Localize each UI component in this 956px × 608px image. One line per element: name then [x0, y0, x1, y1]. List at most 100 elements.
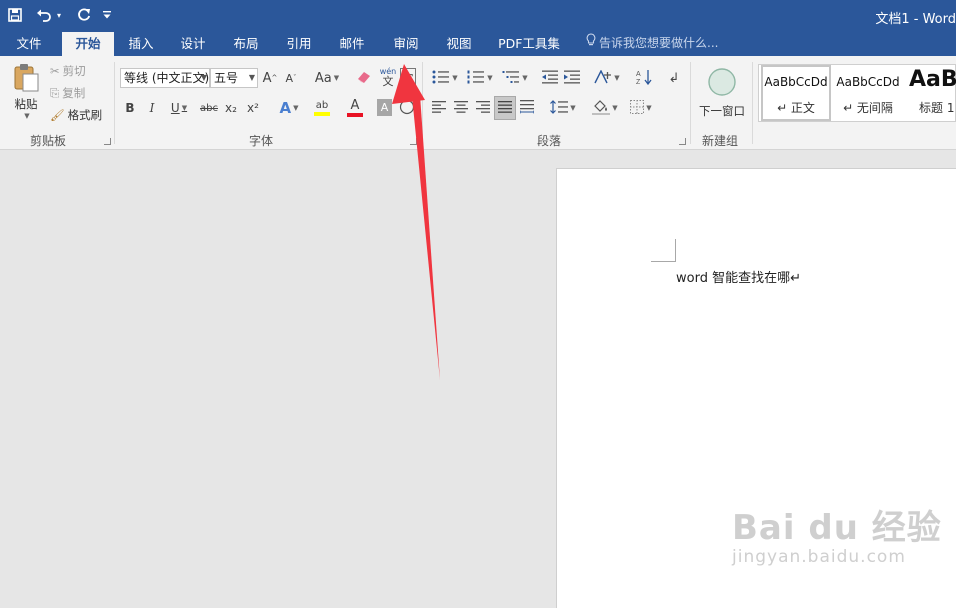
- bold-button[interactable]: B: [122, 98, 138, 118]
- tab-view[interactable]: 视图: [437, 32, 481, 56]
- eraser-icon: [356, 70, 372, 87]
- font-size-dropdown[interactable]: 五号 ▼: [210, 68, 258, 88]
- margin-corner-mark: [651, 261, 675, 262]
- numbering-button[interactable]: ▼: [465, 68, 495, 88]
- decrease-indent-button[interactable]: [540, 68, 560, 88]
- multilevel-list-icon: [502, 70, 520, 87]
- circle-char-icon: [399, 99, 415, 118]
- change-case-button[interactable]: Aa ▼: [312, 68, 342, 88]
- redo-icon[interactable]: [74, 4, 94, 26]
- copy-button[interactable]: ⎘ 复制: [50, 84, 85, 102]
- undo-dropdown-icon[interactable]: ▾: [54, 4, 64, 26]
- group-separator: [690, 62, 691, 144]
- grow-font-button[interactable]: A ^: [262, 68, 278, 88]
- chevron-down-icon: ▼: [570, 104, 576, 112]
- save-icon[interactable]: [4, 4, 26, 26]
- line-spacing-button[interactable]: ▼: [548, 98, 578, 118]
- character-shading-button[interactable]: A: [377, 99, 392, 116]
- phonetic-guide-bottom: 文: [382, 75, 394, 88]
- borders-icon: [630, 99, 645, 117]
- tab-review[interactable]: 审阅: [384, 32, 428, 56]
- style-name: ↵ 无间隔: [843, 101, 893, 115]
- format-painter-icon: 🖌: [50, 108, 65, 122]
- align-center-button[interactable]: [452, 98, 470, 118]
- chevron-down-icon: ▼: [333, 74, 340, 82]
- multilevel-list-button[interactable]: ▼: [500, 68, 530, 88]
- line-spacing-icon: [550, 99, 569, 117]
- customize-qat-icon[interactable]: [100, 4, 114, 26]
- distributed-button[interactable]: [518, 98, 536, 118]
- tab-mailings[interactable]: 邮件: [331, 32, 373, 56]
- text-effects-icon: A: [279, 99, 292, 117]
- paste-dropdown-icon[interactable]: ▼: [24, 112, 29, 120]
- italic-button[interactable]: I: [144, 98, 160, 118]
- tab-home[interactable]: 开始: [62, 32, 114, 56]
- strikethrough-icon: abc: [200, 102, 218, 114]
- tell-me-placeholder: 告诉我您想要做什么...: [599, 36, 719, 50]
- new-group-label: 新建组: [702, 134, 739, 148]
- group-separator: [422, 62, 423, 144]
- tab-insert[interactable]: 插入: [120, 32, 162, 56]
- style-heading-1[interactable]: AaB 标题 1: [905, 65, 956, 121]
- superscript-button[interactable]: x²: [245, 98, 261, 118]
- style-no-spacing[interactable]: AaBbCcDd ↵ 无间隔: [833, 65, 903, 121]
- font-name-dropdown[interactable]: 等线 (中文正文) ▼: [120, 68, 210, 88]
- align-right-button[interactable]: [474, 98, 492, 118]
- tab-pdf-tools[interactable]: PDF工具集: [492, 32, 566, 56]
- chinese-layout-button[interactable]: ▼: [592, 68, 622, 88]
- borders-button[interactable]: ▼: [626, 98, 656, 118]
- change-case-icon: Aa: [314, 70, 332, 86]
- tell-me-search[interactable]: 告诉我您想要做什么...: [586, 32, 718, 56]
- enclose-characters-button[interactable]: 字: [400, 68, 416, 88]
- phonetic-guide-button[interactable]: wén 文: [378, 64, 398, 90]
- clipboard-dialog-launcher-icon[interactable]: [104, 138, 111, 145]
- format-painter-button[interactable]: 🖌 格式刷: [50, 106, 102, 124]
- document-body-text[interactable]: word 智能查找在哪↵: [676, 267, 801, 286]
- paragraph-dialog-launcher-icon[interactable]: [679, 138, 686, 145]
- underline-icon: U: [170, 101, 180, 115]
- shrink-font-button[interactable]: Aˇ: [283, 68, 299, 88]
- font-color-button[interactable]: A: [340, 96, 370, 120]
- baidu-watermark: Bai du 经验 jingyan.baidu.com: [732, 500, 942, 567]
- align-right-icon: [476, 100, 490, 116]
- align-left-button[interactable]: [430, 98, 448, 118]
- paint-bucket-icon: [592, 99, 611, 118]
- shading-button[interactable]: ▼: [590, 98, 620, 118]
- grow-font-icon: A: [262, 70, 272, 86]
- style-name: 标题 1: [919, 101, 955, 115]
- highlight-color-bar: [314, 112, 330, 116]
- show-marks-button[interactable]: ↲: [666, 68, 682, 88]
- document-title: 文档1 - Word: [875, 12, 956, 27]
- next-window-button[interactable]: 下一窗口: [694, 62, 750, 122]
- enclose-circle-button[interactable]: [398, 98, 416, 118]
- sort-button[interactable]: AZ: [634, 68, 654, 88]
- strikethrough-button[interactable]: abc: [198, 98, 220, 118]
- tab-file[interactable]: 文件: [4, 32, 54, 56]
- text-effects-button[interactable]: A ▼: [276, 98, 302, 118]
- font-color-bar: [347, 113, 363, 117]
- highlight-button[interactable]: ab: [307, 96, 337, 120]
- increase-indent-button[interactable]: [562, 68, 582, 88]
- clipboard-group-label: 剪贴板: [30, 134, 67, 148]
- next-window-label: 下一窗口: [699, 103, 745, 118]
- tab-references[interactable]: 引用: [278, 32, 320, 56]
- subscript-button[interactable]: x₂: [223, 98, 239, 118]
- tab-design[interactable]: 设计: [172, 32, 214, 56]
- chevron-down-icon: ▼: [181, 104, 188, 112]
- align-center-icon: [454, 100, 468, 116]
- format-painter-label: 格式刷: [67, 108, 103, 122]
- chevron-down-icon: ▼: [248, 73, 255, 82]
- chevron-down-icon: ▼: [487, 74, 493, 82]
- tab-layout[interactable]: 布局: [225, 32, 267, 56]
- cut-button[interactable]: ✂ 剪切: [50, 62, 86, 80]
- style-preview: AaBbCcDd: [764, 75, 828, 89]
- clear-formatting-button[interactable]: [354, 68, 374, 88]
- style-normal[interactable]: AaBbCcDd ↵ 正文: [761, 65, 831, 121]
- font-group-label: 字体: [249, 134, 274, 148]
- undo-icon[interactable]: [34, 4, 54, 26]
- font-dialog-launcher-icon[interactable]: [410, 138, 417, 145]
- underline-button[interactable]: U ▼: [166, 98, 192, 118]
- paste-button[interactable]: 粘贴 ▼: [8, 60, 44, 122]
- bullets-button[interactable]: ▼: [430, 68, 460, 88]
- justify-button[interactable]: [494, 96, 516, 120]
